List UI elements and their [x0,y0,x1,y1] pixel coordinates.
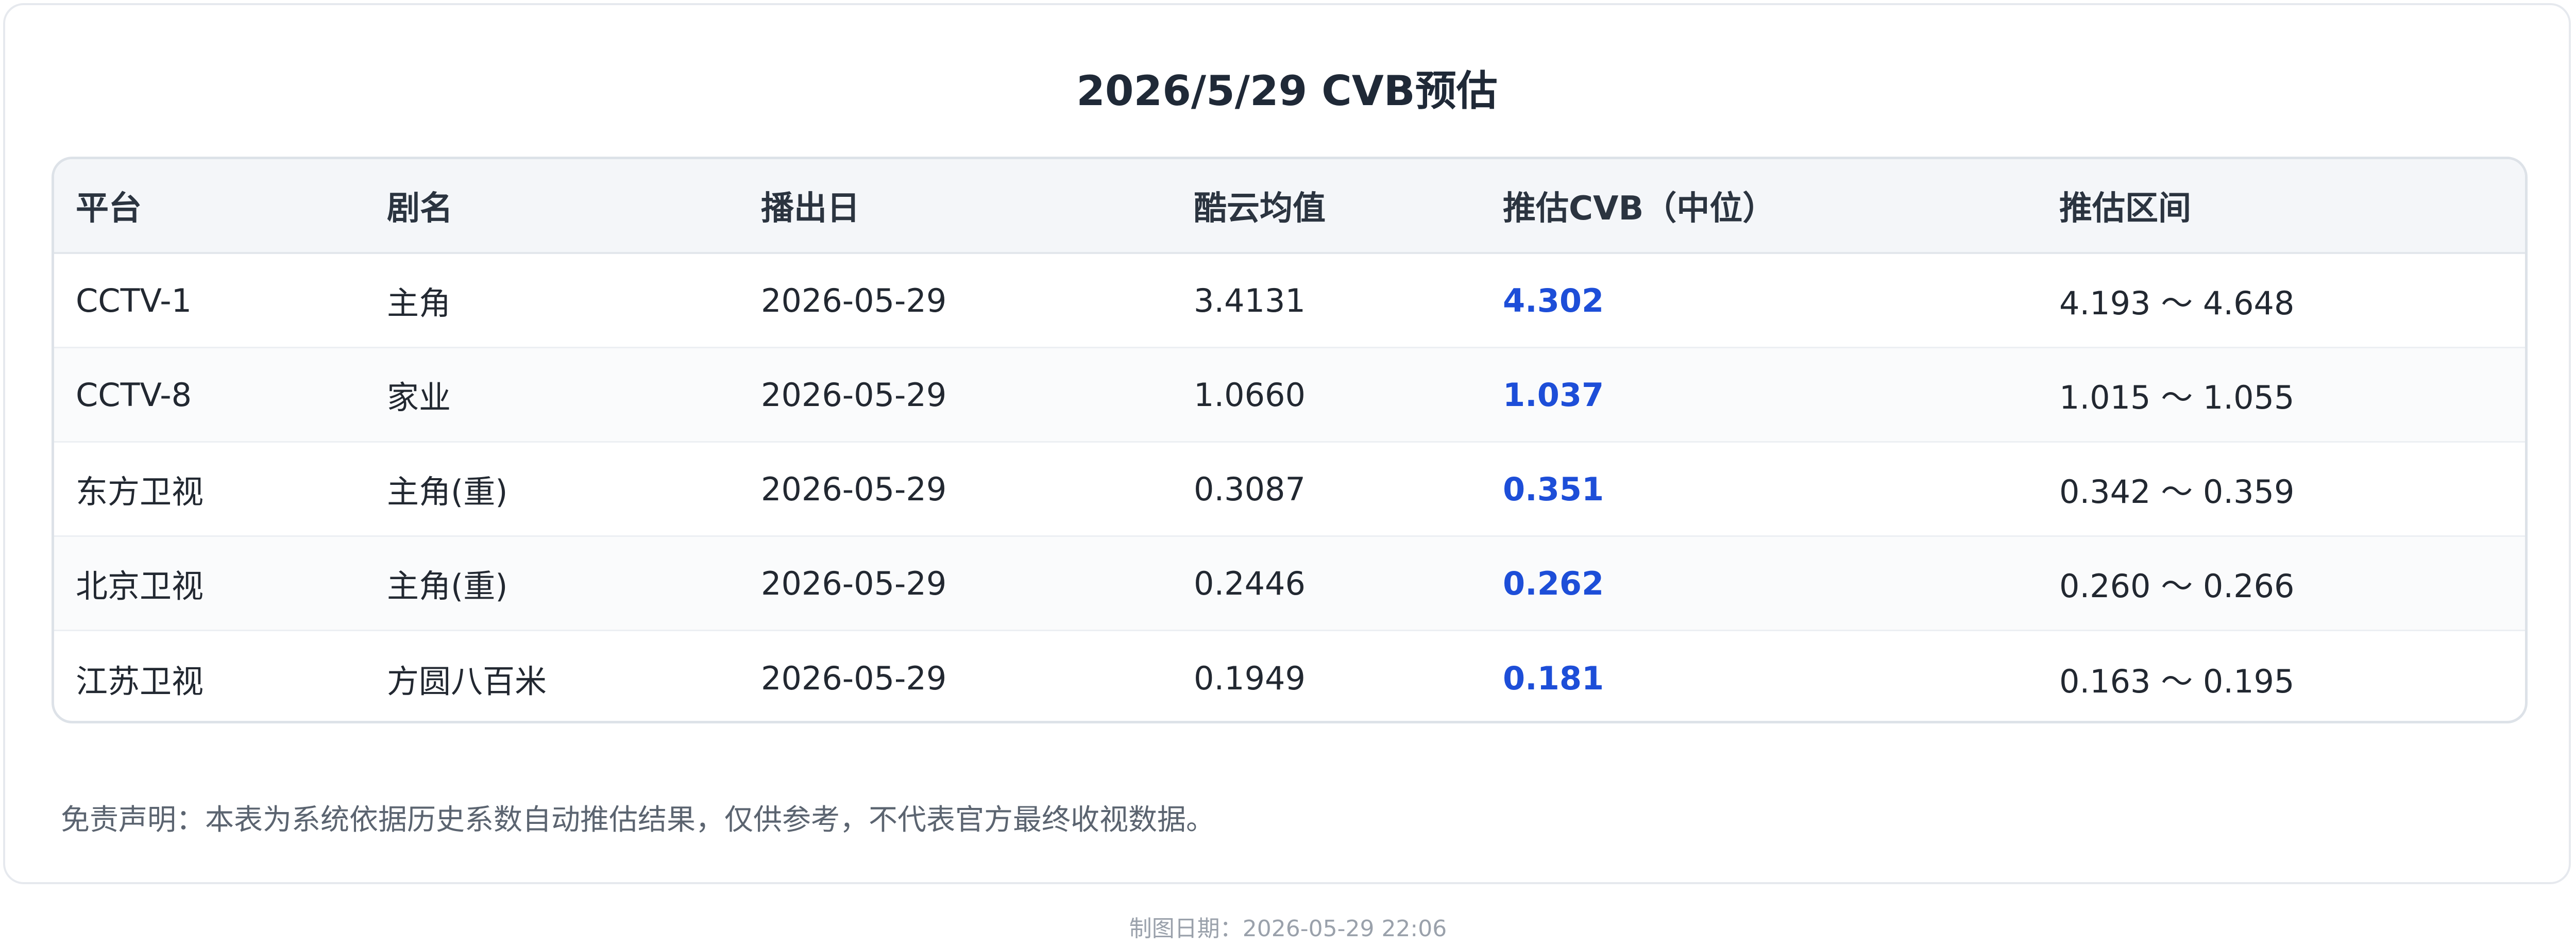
cell-cvb: 0.351 [1503,470,1604,508]
cell-air-date: 2026-05-29 [761,470,947,508]
header-cvb: 推估CVB（中位） [1503,190,1776,228]
cell-drama: 主角(重) [387,473,508,511]
cell-drama: 方圆八百米 [387,662,547,700]
cell-kuyun-avg: 3.4131 [1194,281,1306,319]
cell-range: 1.015 ～ 1.055 [2059,379,2295,416]
cell-platform: CCTV-8 [76,376,192,414]
cell-cvb: 0.262 [1503,564,1604,602]
cell-range: 0.163 ～ 0.195 [2059,662,2295,700]
cell-range: 0.260 ～ 0.266 [2059,567,2295,605]
cell-cvb: 1.037 [1503,376,1604,414]
table-row: 东方卫视 主角(重) 2026-05-29 0.3087 0.351 0.342… [54,443,2525,537]
disclaimer-text: 免责声明：本表为系统依据历史系数自动推估结果，仅供参考，不代表官方最终收视数据。 [61,803,1215,837]
cvb-table: 平台 剧名 播出日 酷云均值 推估CVB（中位） 推估区间 CCTV-1 主角 … [52,157,2528,723]
cell-drama: 主角(重) [387,567,508,605]
cell-cvb: 0.181 [1503,660,1604,697]
table-row: CCTV-1 主角 2026-05-29 3.4131 4.302 4.193 … [54,254,2525,348]
cell-range: 4.193 ～ 4.648 [2059,284,2295,322]
cell-air-date: 2026-05-29 [761,660,947,697]
table-row: 北京卫视 主角(重) 2026-05-29 0.2446 0.262 0.260… [54,537,2525,631]
header-range: 推估区间 [2059,190,2191,228]
page-title: 2026/5/29 CVB预估 [1076,67,1498,115]
chart-date-footer: 制图日期：2026-05-29 22:06 [1129,916,1447,942]
cell-platform: 东方卫视 [76,473,204,511]
header-platform: 平台 [76,190,142,228]
cell-air-date: 2026-05-29 [761,281,947,319]
cell-kuyun-avg: 1.0660 [1194,376,1306,414]
cell-air-date: 2026-05-29 [761,376,947,414]
header-drama: 剧名 [387,190,453,228]
header-air-date: 播出日 [761,190,860,228]
cell-drama: 家业 [387,379,451,416]
table-row: 江苏卫视 方圆八百米 2026-05-29 0.1949 0.181 0.163… [54,631,2525,721]
cell-platform: CCTV-1 [76,281,192,319]
cell-kuyun-avg: 0.1949 [1194,660,1306,697]
report-card: 2026/5/29 CVB预估 平台 剧名 播出日 酷云均值 推估CVB（中位）… [3,3,2571,884]
table-row: CCTV-8 家业 2026-05-29 1.0660 1.037 1.015 … [54,348,2525,443]
header-kuyun-avg: 酷云均值 [1194,190,1326,228]
cell-platform: 北京卫视 [76,567,204,605]
cell-platform: 江苏卫视 [76,662,204,700]
cell-kuyun-avg: 0.2446 [1194,564,1306,602]
cell-drama: 主角 [387,284,451,322]
cell-kuyun-avg: 0.3087 [1194,470,1306,508]
cell-air-date: 2026-05-29 [761,564,947,602]
cell-cvb: 4.302 [1503,281,1604,319]
table-header: 平台 剧名 播出日 酷云均值 推估CVB（中位） 推估区间 [54,159,2525,254]
cell-range: 0.342 ～ 0.359 [2059,473,2295,511]
